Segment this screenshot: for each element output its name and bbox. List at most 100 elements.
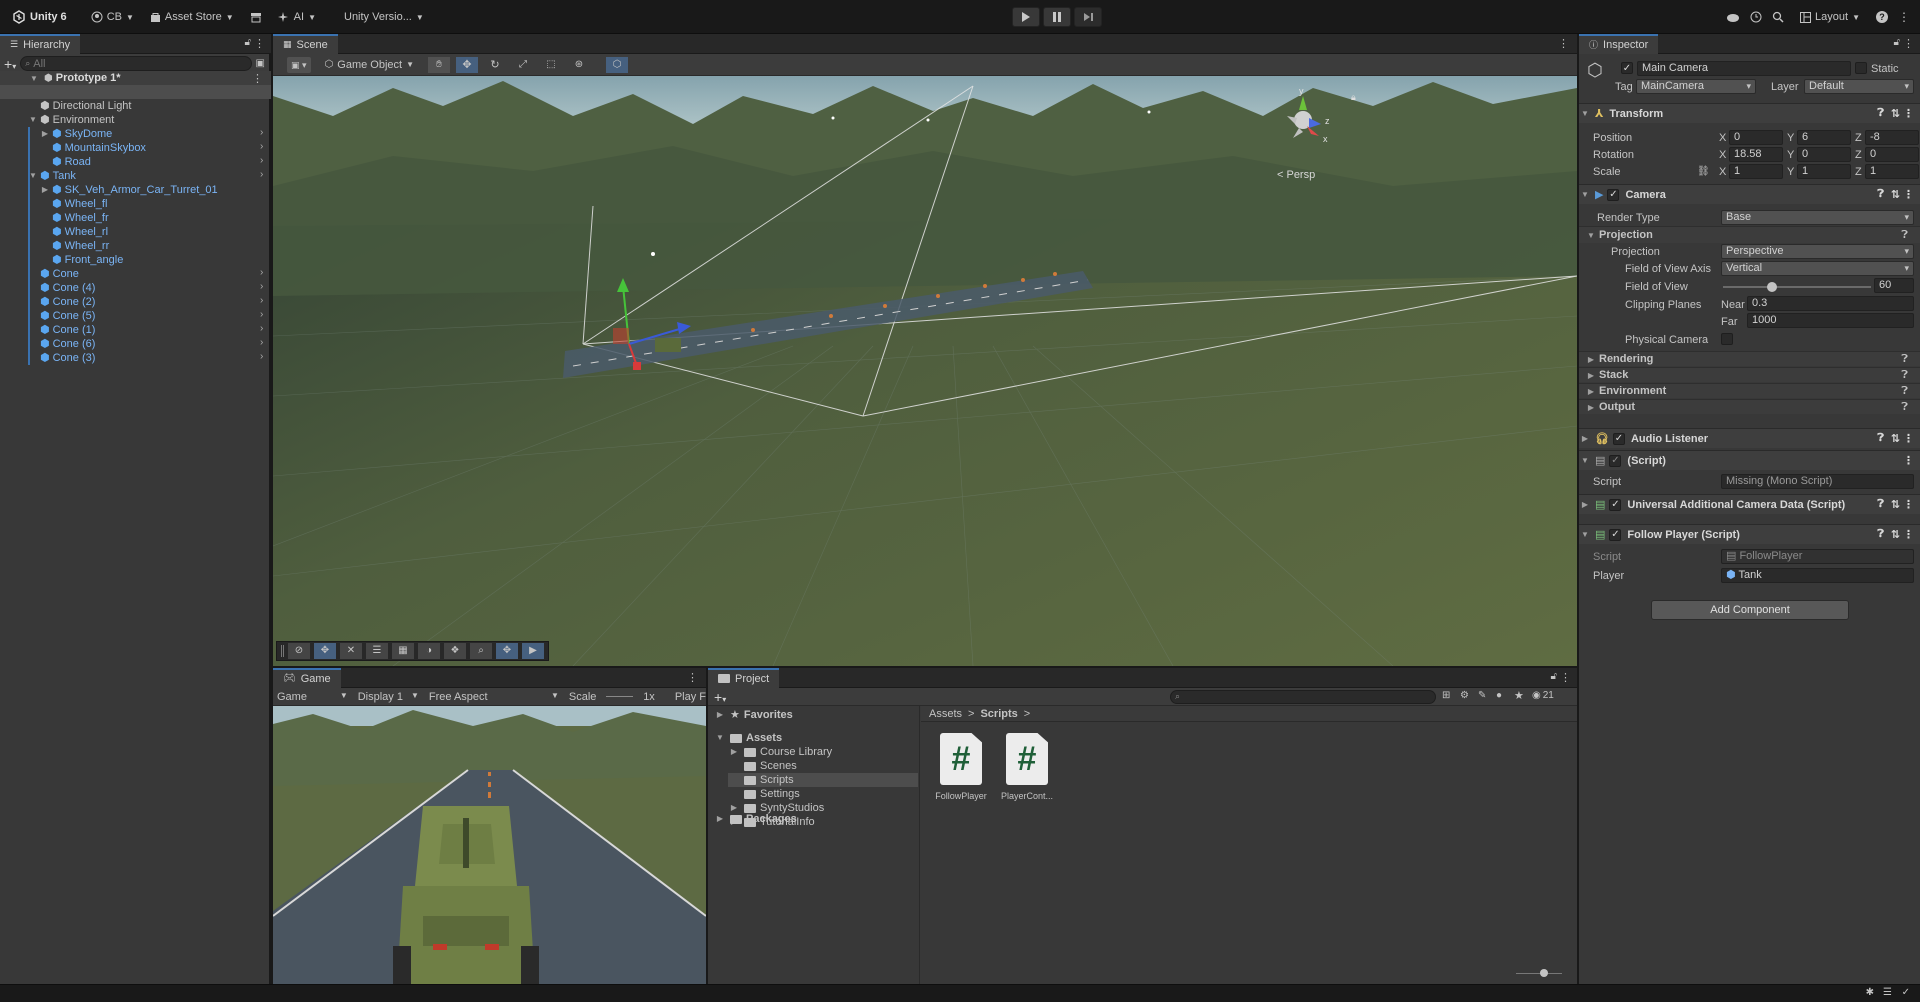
more-options-icon[interactable]: ⋮	[1903, 454, 1914, 467]
camera-header[interactable]: ▼ ▶ ✓ Camera ❓︎ ⇅ ⋮	[1579, 184, 1920, 204]
open-prefab-icon[interactable]: ›	[260, 267, 263, 278]
packages-item[interactable]: ▶ Packages	[714, 812, 797, 826]
help-icon[interactable]: ❓︎	[1877, 528, 1884, 541]
rotation-z-field[interactable]: 0	[1865, 147, 1919, 162]
help-icon[interactable]: ❓︎	[1877, 432, 1884, 445]
version-control-button[interactable]	[244, 7, 268, 27]
help-icon[interactable]: ❓︎	[1877, 107, 1884, 120]
constrain-proportions-icon[interactable]: ⛓	[1697, 166, 1710, 177]
game-viewport[interactable]	[273, 706, 706, 984]
player-field[interactable]: ⬢ Tank	[1721, 568, 1914, 583]
rotation-y-field[interactable]: 0	[1797, 147, 1851, 162]
hand-tool-icon[interactable]: ✋︎	[428, 56, 450, 73]
pause-button[interactable]	[1043, 7, 1071, 27]
hierarchy-item[interactable]: ⬢ Wheel_rl	[52, 225, 108, 239]
script-asset[interactable]: # FollowPlayer	[931, 733, 991, 801]
help-icon[interactable]: ❓︎	[1877, 188, 1884, 201]
camera-settings-icon[interactable]: ▶	[522, 643, 544, 659]
tab-game[interactable]: 🎮︎ Game	[273, 667, 341, 688]
hierarchy-search-input[interactable]: ⌕ All	[20, 56, 252, 71]
preset-icon[interactable]: ⇅	[1891, 188, 1900, 201]
active-checkbox[interactable]: ✓	[1621, 62, 1633, 74]
camera-subsection-rendering[interactable]: ▶ Rendering ❓︎	[1579, 351, 1920, 366]
project-folder-item[interactable]: Scenes	[728, 759, 797, 773]
more-options-icon[interactable]: ⋮	[1903, 432, 1914, 445]
hierarchy-item[interactable]: ⬢ Cone (1)	[40, 323, 95, 337]
draw-mode-button[interactable]: ▣ ▾	[287, 56, 311, 73]
scale-z-field[interactable]: 1	[1865, 164, 1919, 179]
fov-field[interactable]: 60	[1874, 278, 1914, 293]
projection-section[interactable]: ▼ Projection ❓︎	[1579, 226, 1920, 243]
help-icon[interactable]: ❓︎	[1901, 353, 1908, 366]
audio-listener-checkbox[interactable]: ✓	[1612, 432, 1625, 445]
project-search-input[interactable]: ⌕	[1170, 690, 1436, 704]
camera-subsection-output[interactable]: ▶ Output ❓︎	[1579, 399, 1920, 414]
hierarchy-item[interactable]: ⬢ Road	[52, 155, 91, 169]
account-button[interactable]: CB ▼	[85, 7, 140, 27]
tab-project[interactable]: Project	[708, 667, 780, 688]
transform-tool-icon[interactable]: ⊛	[568, 57, 590, 73]
tab-hierarchy[interactable]: ☰ Hierarchy	[0, 33, 81, 54]
orientation-gizmo[interactable]: y z x	[1273, 86, 1333, 150]
hierarchy-item[interactable]: ⬢ Front_angle	[52, 253, 123, 267]
help-icon[interactable]: ❓︎	[1901, 229, 1908, 242]
rect-tool-icon[interactable]: ⬚	[540, 57, 562, 73]
rotate-tool-icon[interactable]: ↻	[484, 57, 506, 73]
missing-script-checkbox[interactable]: ✓	[1609, 454, 1622, 467]
hierarchy-item[interactable]: ⬢ Wheel_fr	[52, 211, 109, 225]
thumbnail-size-slider[interactable]	[1516, 969, 1562, 977]
tag-icon[interactable]: ✎	[1478, 690, 1486, 701]
ai-button[interactable]: AI ▼	[272, 7, 322, 27]
far-field[interactable]: 1000	[1747, 313, 1914, 328]
view-cube-icon[interactable]: ⬡	[606, 56, 628, 73]
hierarchy-item[interactable]: ▶ ⬢ SkyDome	[42, 127, 112, 141]
lock-icon[interactable]: 🔓︎	[1551, 671, 1557, 682]
open-prefab-icon[interactable]: ›	[260, 323, 263, 334]
projection-dropdown[interactable]: Perspective	[1721, 244, 1914, 259]
add-object-button[interactable]: +▾	[4, 56, 16, 72]
search-by-label-icon[interactable]: ⚙	[1460, 690, 1469, 701]
hierarchy-item[interactable]: ▼ ⬢ Tank	[29, 169, 76, 183]
history-icon[interactable]	[1750, 11, 1762, 23]
step-button[interactable]	[1074, 7, 1102, 27]
search-icon[interactable]	[1772, 11, 1784, 23]
fold-arrow-icon[interactable]: ▼	[27, 113, 39, 127]
preset-icon[interactable]: ⇅	[1891, 107, 1900, 120]
more-options-icon[interactable]: ⋮	[254, 37, 265, 50]
fold-arrow-icon[interactable]: ▶	[728, 745, 740, 759]
scale-slider[interactable]	[606, 696, 634, 697]
scene-root-row[interactable]: ▼ ⬢ Prototype 1* ⋮	[0, 71, 271, 85]
preset-icon[interactable]: ⇅	[1891, 432, 1900, 445]
render-type-dropdown[interactable]: Base	[1721, 210, 1914, 225]
more-options-icon[interactable]: ⋮	[1898, 10, 1910, 24]
hierarchy-item[interactable]: ⬢ MountainSkybox	[52, 141, 146, 155]
preset-icon[interactable]: ⇅	[1891, 528, 1900, 541]
project-folder-item[interactable]: Settings	[728, 787, 800, 801]
more-options-icon[interactable]: ⋮	[1903, 528, 1914, 541]
aspect-dropdown[interactable]: Free Aspect ▼	[429, 691, 559, 703]
gameobject-dropdown[interactable]: ⬡ Game Object ▼	[325, 59, 414, 71]
pivot-icon[interactable]: ✥	[496, 643, 518, 659]
search-by-type-icon[interactable]: ⊞	[1442, 690, 1450, 701]
hierarchy-item[interactable]: ⬢ Cone (5)	[40, 309, 95, 323]
uacd-header[interactable]: ▶ ▤ ✓ Universal Additional Camera Data (…	[1579, 494, 1920, 514]
camera-enabled-checkbox[interactable]: ✓	[1607, 188, 1620, 201]
favorites-item[interactable]: ▶ ★ Favorites	[714, 708, 793, 722]
play-focus-dropdown[interactable]: Play F	[675, 691, 706, 703]
rotation-x-field[interactable]: 18.58	[1729, 147, 1783, 162]
hierarchy-item[interactable]: ▶ ⬢ SK_Veh_Armor_Car_Turret_01	[42, 183, 218, 197]
hierarchy-item[interactable]: ⬢ Cone (2)	[40, 295, 95, 309]
preset-icon[interactable]: ⇅	[1891, 498, 1900, 511]
layer-dropdown[interactable]: Default	[1804, 79, 1914, 94]
open-prefab-icon[interactable]: ›	[260, 281, 263, 292]
lock-icon[interactable]: 🔓︎	[1894, 37, 1900, 48]
lighting-icon[interactable]: ◑	[418, 643, 440, 659]
fov-axis-dropdown[interactable]: Vertical	[1721, 261, 1914, 276]
cloud-icon[interactable]	[1726, 12, 1740, 22]
tab-scene[interactable]: ▦ Scene	[273, 33, 338, 54]
more-options-icon[interactable]: ⋮	[1903, 37, 1914, 50]
scale-tool-icon[interactable]: ⤢	[512, 57, 534, 73]
hierarchy-item[interactable]: ⬢ Cone (3)	[40, 351, 95, 365]
breadcrumb-scripts[interactable]: Scripts	[980, 708, 1017, 720]
hidden-count[interactable]: ◉ 21	[1532, 690, 1554, 701]
